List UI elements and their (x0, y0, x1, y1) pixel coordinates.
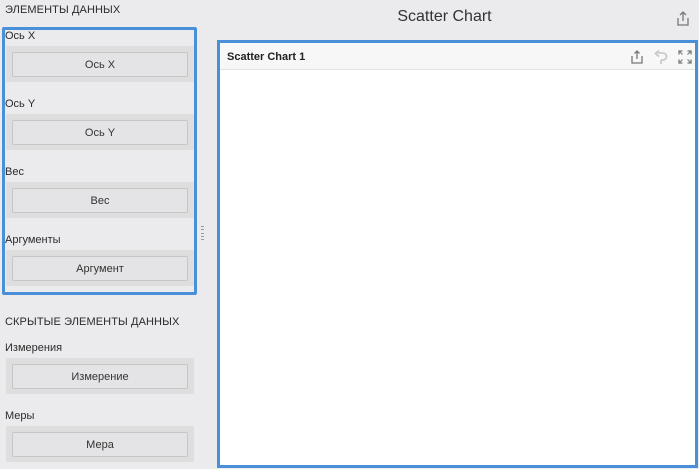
drop-zone-arguments[interactable]: Аргумент (6, 250, 194, 286)
drop-zone-y-axis[interactable]: Ось Y (6, 114, 194, 150)
field-label-measures: Меры (5, 410, 35, 422)
argument-button[interactable]: Аргумент (12, 256, 188, 281)
field-label-arguments: Аргументы (5, 234, 61, 246)
fullscreen-icon[interactable] (677, 49, 693, 65)
field-label-dimensions: Измерения (5, 342, 63, 354)
chart-card[interactable]: Scatter Chart 1 (217, 40, 698, 468)
page-title: Scatter Chart (397, 8, 492, 25)
share-icon[interactable] (674, 10, 692, 28)
data-elements-title: ЭЛЕМЕНТЫ ДАННЫХ (5, 4, 121, 16)
drop-zone-measures[interactable]: Мера (6, 426, 194, 462)
drop-zone-x-axis[interactable]: Ось X (6, 46, 194, 82)
measure-button[interactable]: Мера (12, 432, 188, 457)
y-axis-button[interactable]: Ось Y (12, 120, 188, 145)
weight-button[interactable]: Вес (12, 188, 188, 213)
field-label-weight: Вес (5, 166, 24, 178)
field-label-x-axis: Ось X (5, 30, 36, 42)
chart-canvas[interactable] (220, 71, 695, 465)
dimension-button[interactable]: Измерение (12, 364, 188, 389)
chart-card-header: Scatter Chart 1 (220, 43, 695, 70)
chart-card-title: Scatter Chart 1 (227, 51, 306, 63)
share-icon[interactable] (629, 49, 645, 65)
drop-zone-weight[interactable]: Вес (6, 182, 194, 218)
x-axis-button[interactable]: Ось X (12, 52, 188, 77)
drop-zone-dimensions[interactable]: Измерение (6, 358, 194, 394)
undo-icon[interactable] (653, 49, 669, 65)
field-label-y-axis: Ось Y (5, 98, 36, 110)
panel-splitter-handle[interactable] (201, 226, 204, 240)
hidden-data-elements-title: СКРЫТЫЕ ЭЛЕМЕНТЫ ДАННЫХ (5, 316, 180, 328)
data-items-panel: ЭЛЕМЕНТЫ ДАННЫХ Ось X Ось X Ось Y Ось Y … (0, 0, 200, 469)
